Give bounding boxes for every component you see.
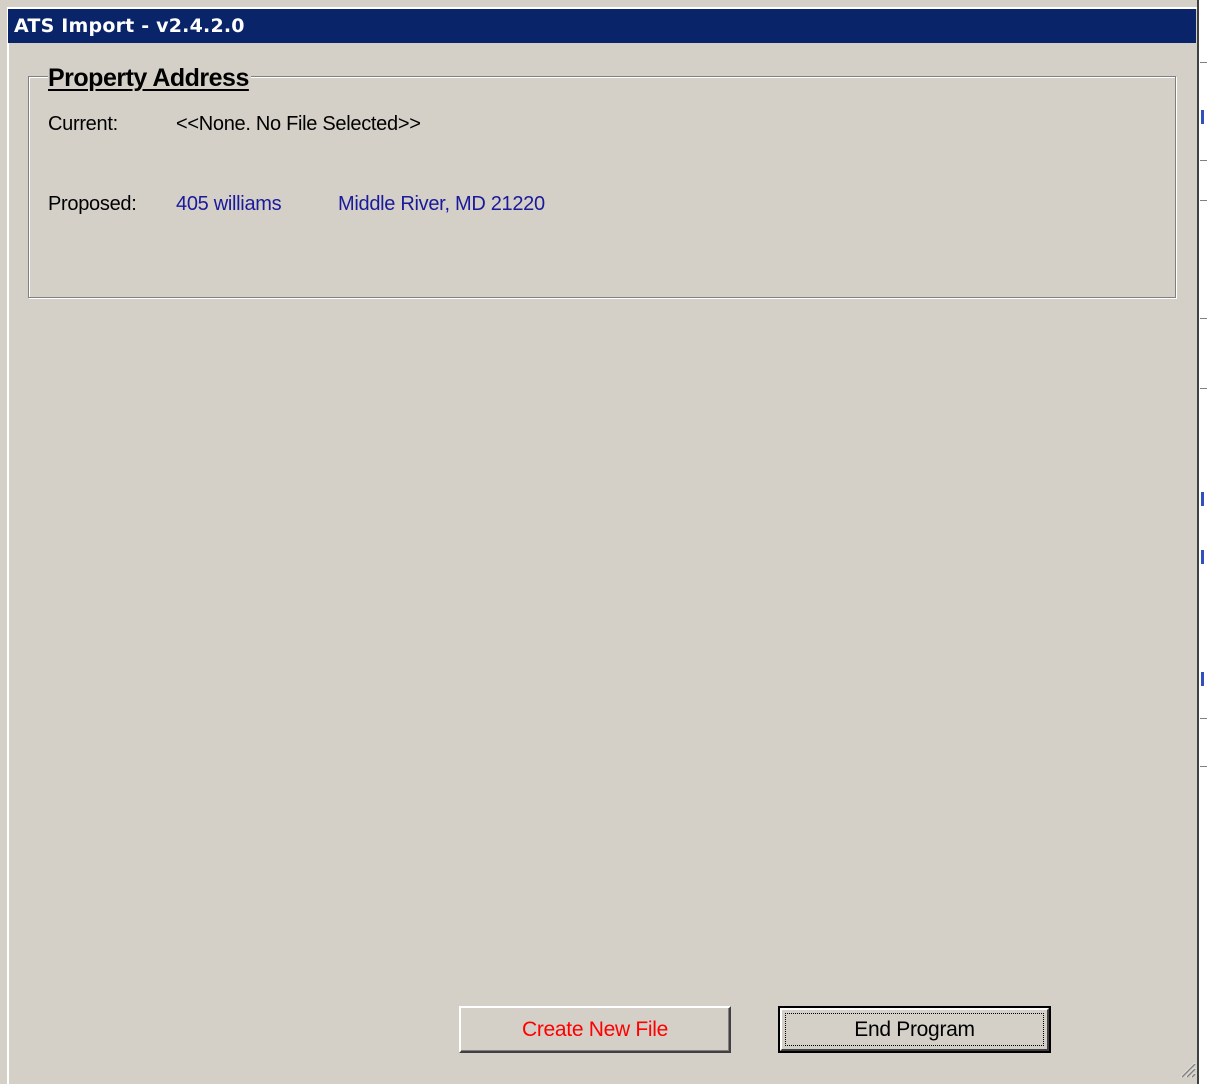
create-new-file-button[interactable]: Create New File bbox=[459, 1006, 731, 1053]
size-grip-icon[interactable] bbox=[1176, 1058, 1196, 1078]
proposed-street-value: 405 williams bbox=[176, 193, 282, 215]
create-new-file-label: Create New File bbox=[521, 1018, 669, 1041]
proposed-city-value: Middle River, MD 21220 bbox=[338, 193, 545, 215]
edge-divider bbox=[1200, 62, 1207, 63]
proposed-label: Proposed: bbox=[48, 193, 137, 215]
end-program-button[interactable]: End Program bbox=[778, 1006, 1051, 1053]
title-bar[interactable]: ATS Import - v2.4.2.0 bbox=[8, 9, 1196, 43]
background-window-edge bbox=[1197, 0, 1207, 1084]
edge-divider bbox=[1200, 200, 1207, 201]
window-top-edge bbox=[0, 0, 1200, 7]
window-left-edge bbox=[0, 0, 7, 1084]
end-program-label: End Program bbox=[854, 1018, 975, 1041]
edge-link-fragment bbox=[1201, 110, 1204, 124]
end-program-focus-rect: End Program bbox=[785, 1013, 1044, 1046]
edge-link-fragment bbox=[1201, 672, 1204, 686]
edge-divider bbox=[1200, 766, 1207, 767]
edge-link-fragment bbox=[1201, 550, 1204, 564]
property-address-group bbox=[28, 76, 1176, 298]
current-address-value: <<None. No File Selected>> bbox=[176, 113, 421, 135]
window-right-border bbox=[1197, 0, 1199, 1084]
current-label: Current: bbox=[48, 113, 118, 135]
edge-divider bbox=[1200, 718, 1207, 719]
edge-divider bbox=[1200, 160, 1207, 161]
window-title: ATS Import - v2.4.2.0 bbox=[14, 15, 245, 37]
property-address-legend: Property Address bbox=[48, 64, 251, 93]
edge-link-fragment bbox=[1201, 492, 1204, 506]
edge-divider bbox=[1200, 388, 1207, 389]
edge-divider bbox=[1200, 318, 1207, 319]
